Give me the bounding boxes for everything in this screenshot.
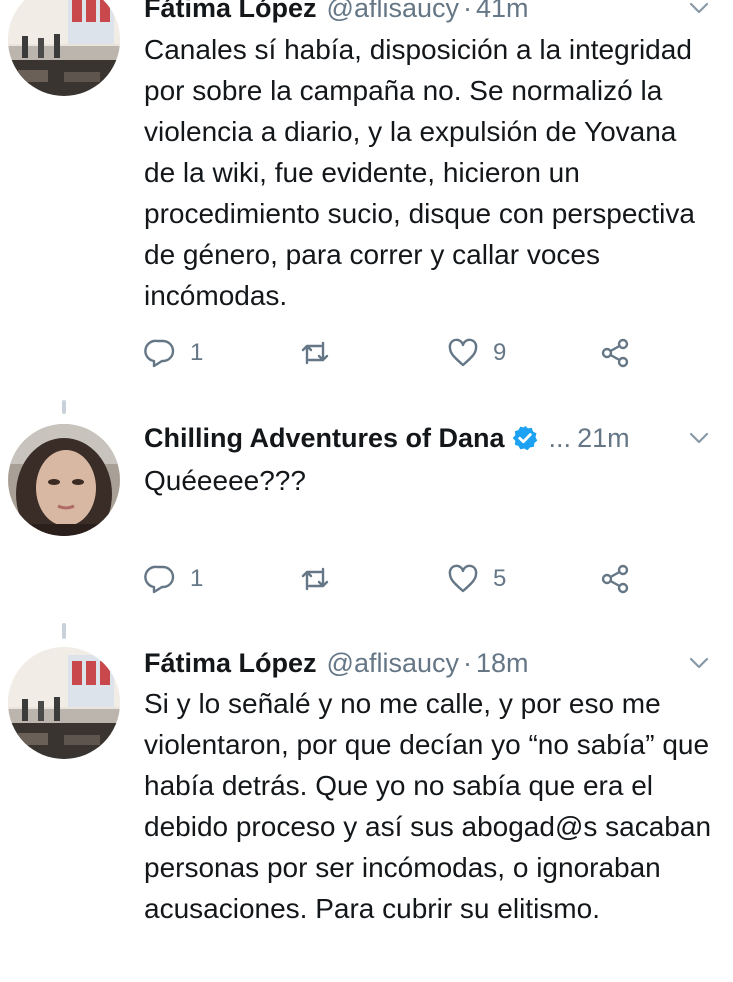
tweet[interactable]: Fátima López @aflisaucy · 18m Si y lo se… [0,623,733,982]
tweet[interactable]: Chilling Adventures of Dana ... 21m Quée… [0,398,733,623]
reply-button[interactable]: 1 [144,559,203,599]
tweet[interactable]: Fátima López @aflisaucy · 41m Canales sí… [0,0,733,398]
like-count: 9 [493,339,507,366]
retweet-button[interactable] [299,333,331,373]
avatar-photo [8,647,120,759]
tweet-actions: 1 5 [144,559,644,599]
tweet-header: Fátima López @aflisaucy · 41m [144,0,713,28]
thread-line [62,400,66,414]
like-button[interactable]: 5 [447,559,506,599]
display-name[interactable]: Fátima López [144,648,317,679]
avatar-photo [8,424,120,536]
user-handle[interactable]: ... [549,423,572,454]
tweet-text: Quéeeee??? [144,465,306,496]
display-name[interactable]: Fátima López [144,0,317,24]
like-count: 5 [493,565,507,592]
reply-icon [144,339,175,368]
timestamp[interactable]: 41m [476,0,529,24]
chevron-down-icon[interactable] [687,0,711,20]
avatar-photo [8,0,120,96]
display-name[interactable]: Chilling Adventures of Dana [144,423,505,454]
share-icon [601,338,629,368]
like-button[interactable]: 9 [447,333,506,373]
timestamp[interactable]: 21m [577,423,630,454]
avatar[interactable] [8,424,120,536]
verified-icon [512,425,537,451]
reply-count: 1 [190,565,204,592]
tweet-text: Canales sí había, disposición a la integ… [144,34,695,311]
timestamp[interactable]: 18m [476,648,529,679]
user-handle[interactable]: @aflisaucy [327,648,459,679]
like-icon [448,564,478,593]
share-icon [601,564,629,594]
tweet-header: Chilling Adventures of Dana ... 21m [144,418,713,458]
tweet-actions: 1 9 [144,333,644,373]
retweet-icon [301,567,329,591]
separator-dot: · [463,647,472,678]
chevron-down-icon[interactable] [687,426,711,450]
avatar[interactable] [8,647,120,759]
user-handle[interactable]: @aflisaucy [327,0,459,24]
separator-dot: · [463,0,472,23]
chevron-down-icon[interactable] [687,651,711,675]
tweet-text: Si y lo señalé y no me calle, y por eso … [144,688,712,924]
like-icon [448,338,478,367]
avatar[interactable] [8,0,120,96]
reply-count: 1 [190,339,204,366]
share-button[interactable] [599,333,631,373]
reply-icon [144,565,175,594]
share-button[interactable] [599,559,631,599]
thread-line [62,623,66,639]
retweet-button[interactable] [299,559,331,599]
retweet-icon [301,341,329,365]
reply-button[interactable]: 1 [144,333,203,373]
tweet-header: Fátima López @aflisaucy · 18m [144,643,713,683]
